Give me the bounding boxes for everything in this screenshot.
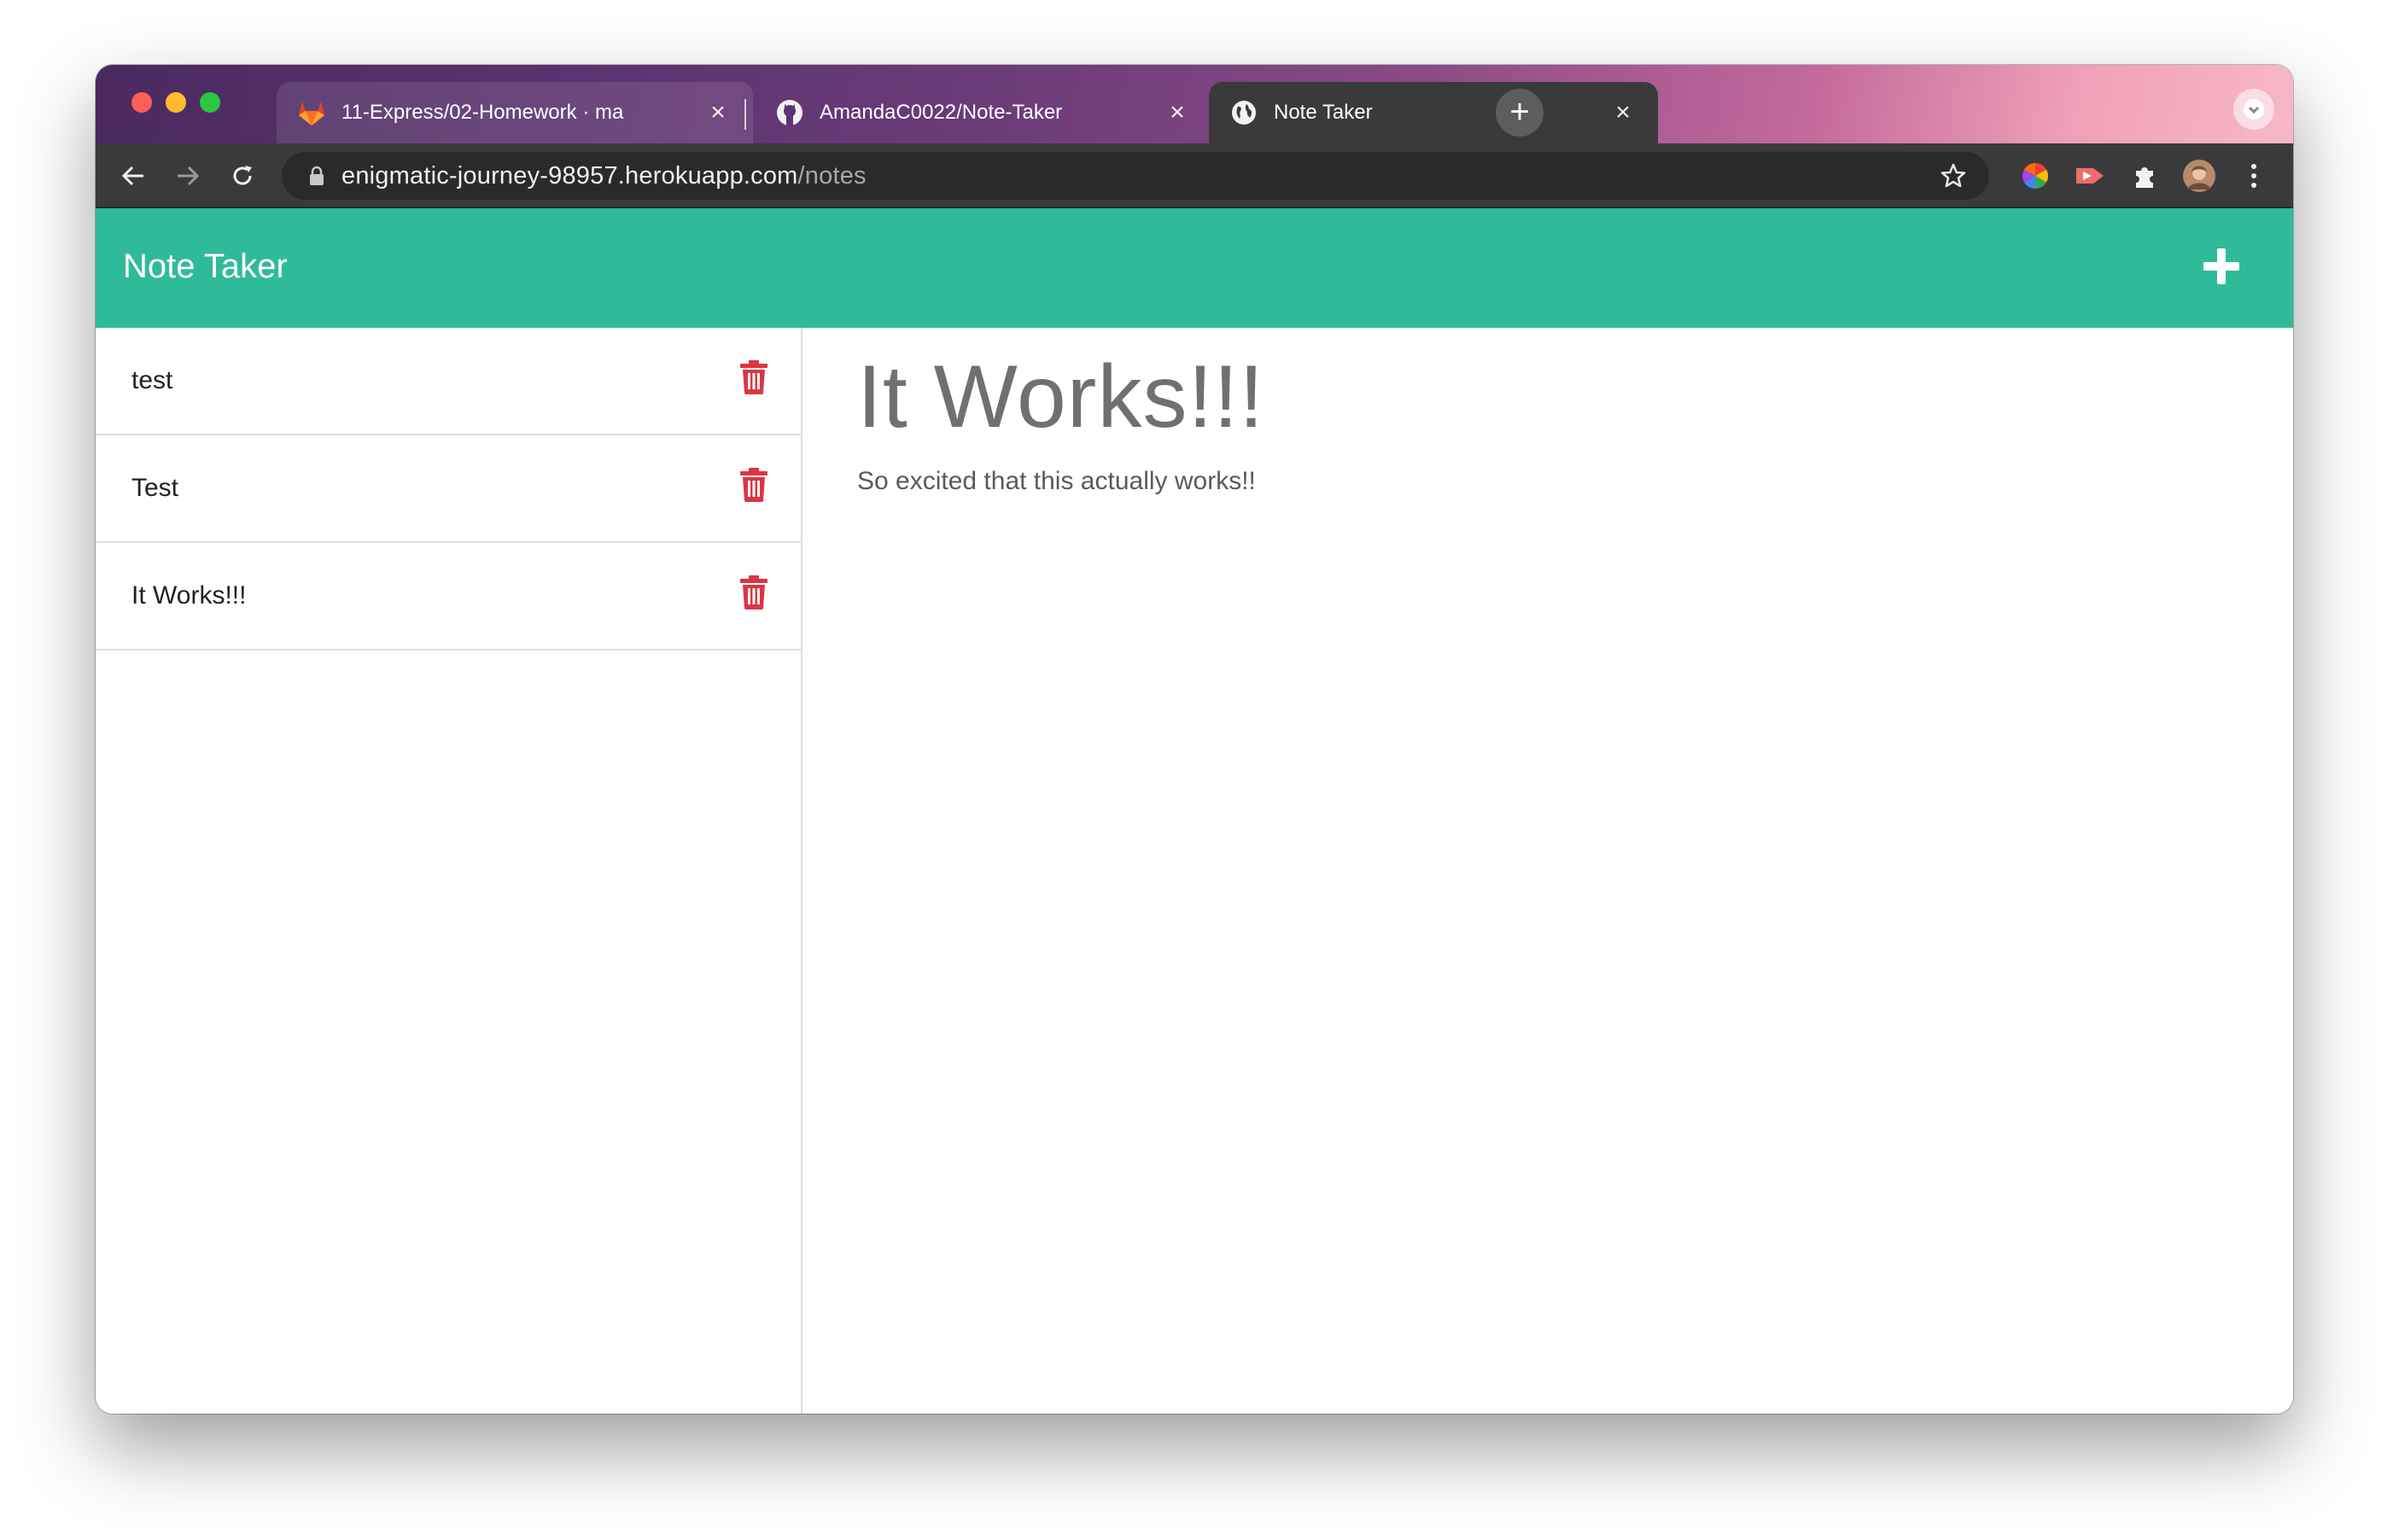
note-title-heading[interactable]: It Works!!! (857, 347, 2259, 448)
tab-close-icon[interactable]: × (1163, 98, 1192, 127)
note-text[interactable]: So excited that this actually works!! (857, 467, 2259, 496)
screencast-extension-icon[interactable] (2071, 157, 2109, 195)
chevron-down-icon (2244, 99, 2264, 120)
tab-strip: 11-Express/02-Homework · ma × AmandaC002… (96, 65, 2293, 143)
arrow-right-icon (178, 166, 200, 186)
tab-separator (744, 99, 746, 130)
url-path: /notes (797, 161, 867, 190)
lock-icon[interactable] (304, 166, 330, 186)
tab-search-button[interactable] (2233, 89, 2274, 130)
arrow-left-icon (121, 166, 143, 186)
url-host: enigmatic-journey-98957.herokuapp.com (341, 161, 798, 190)
web-page: Note Taker test Test It Works!!! It Work… (96, 208, 2293, 1414)
app-brand[interactable]: Note Taker (123, 248, 288, 286)
tab-homework[interactable]: 11-Express/02-Homework · ma × (277, 82, 753, 143)
new-tab-button[interactable]: + (1496, 89, 1544, 137)
note-list: test Test It Works!!! (96, 328, 802, 1414)
github-icon (775, 98, 804, 127)
browser-menu-icon[interactable] (2235, 157, 2273, 195)
list-item[interactable]: It Works!!! (96, 543, 801, 650)
gitlab-icon (297, 98, 326, 127)
delete-note-icon[interactable] (739, 360, 768, 394)
app-navbar: Note Taker (96, 208, 2293, 328)
note-detail: It Works!!! So excited that this actuall… (857, 328, 2259, 496)
tab-title: Note Taker (1274, 101, 1373, 124)
tab-title: AmandaC0022/Note-Taker (820, 101, 1063, 124)
plus-icon (2203, 248, 2239, 284)
note-title: test (131, 366, 173, 394)
tab-close-icon[interactable]: × (703, 98, 732, 127)
globe-icon (1229, 98, 1258, 127)
delete-note-icon[interactable] (739, 575, 768, 610)
address-bar[interactable]: enigmatic-journey-98957.herokuapp.com/no… (282, 152, 1989, 200)
window-close-button[interactable] (131, 92, 152, 113)
reload-button[interactable] (222, 155, 263, 196)
delete-note-icon[interactable] (739, 468, 768, 502)
list-item[interactable]: test (96, 328, 801, 435)
tab-close-icon[interactable]: × (1608, 98, 1637, 127)
new-note-button[interactable] (2201, 246, 2242, 287)
browser-window: 11-Express/02-Homework · ma × AmandaC002… (96, 65, 2293, 1414)
tab-github[interactable]: AmandaC0022/Note-Taker × (755, 82, 1212, 143)
list-item[interactable]: Test (96, 435, 801, 543)
note-title: It Works!!! (131, 581, 247, 610)
extensions-puzzle-icon[interactable] (2126, 157, 2163, 195)
browser-toolbar: enigmatic-journey-98957.herokuapp.com/no… (96, 143, 2293, 208)
back-button[interactable] (113, 155, 154, 196)
reload-icon (233, 166, 252, 185)
note-title: Test (131, 474, 179, 502)
url-text[interactable]: enigmatic-journey-98957.herokuapp.com/no… (341, 162, 867, 190)
bookmark-star-icon[interactable] (1940, 162, 1967, 194)
tab-note-taker[interactable]: Note Taker × (1209, 82, 1658, 143)
color-wheel-extension-icon[interactable] (2016, 157, 2054, 195)
forward-button[interactable] (167, 155, 208, 196)
window-maximize-button[interactable] (200, 92, 220, 113)
window-minimize-button[interactable] (166, 92, 186, 113)
tab-title: 11-Express/02-Homework · ma (341, 101, 624, 124)
profile-avatar[interactable] (2180, 157, 2218, 195)
